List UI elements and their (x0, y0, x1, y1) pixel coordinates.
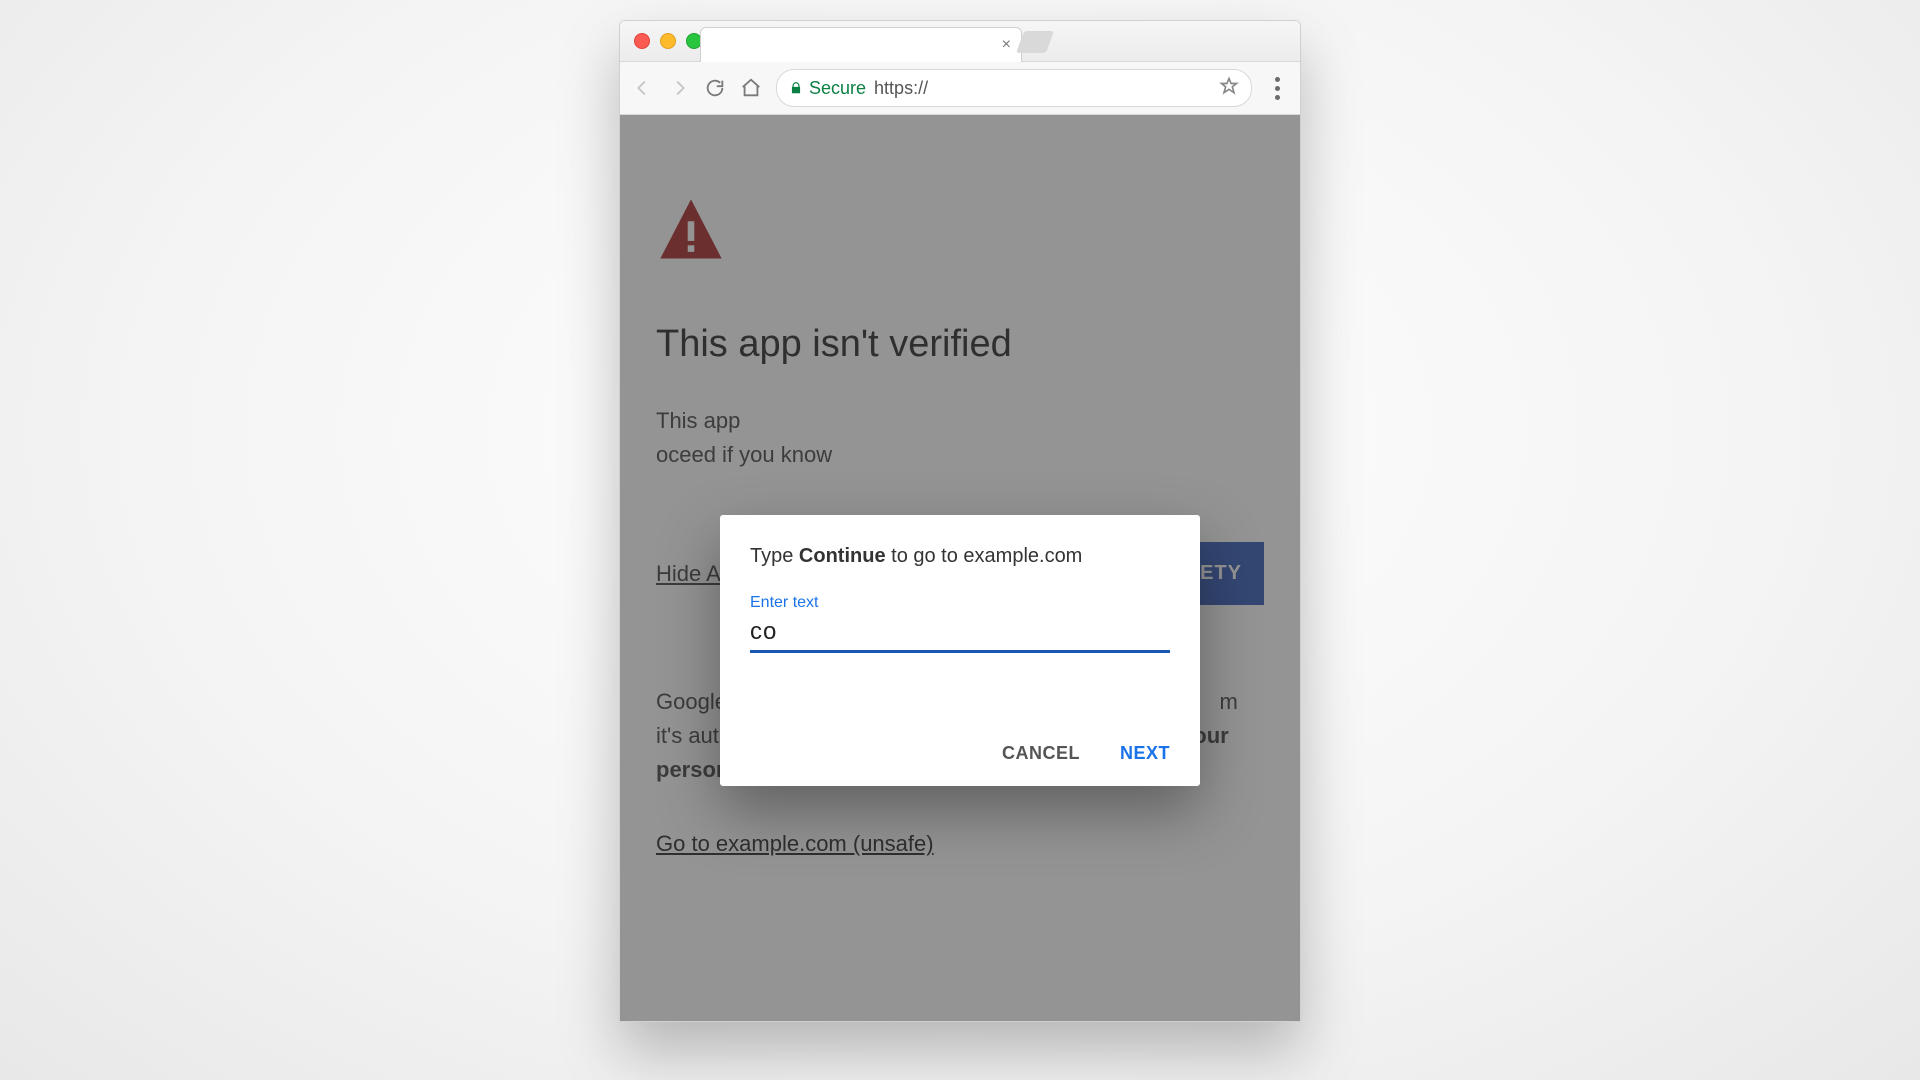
secure-indicator: Secure (789, 78, 866, 99)
window-controls (620, 33, 702, 49)
home-icon (740, 77, 762, 99)
minimize-window-button[interactable] (660, 33, 676, 49)
new-tab-button[interactable] (1016, 31, 1054, 53)
dialog-field-label: Enter text (750, 594, 1170, 612)
kebab-dot-icon (1275, 95, 1280, 100)
close-window-button[interactable] (634, 33, 650, 49)
browser-toolbar: Secure https:// (620, 62, 1300, 115)
address-bar[interactable]: Secure https:// (776, 69, 1252, 107)
browser-window: × Secure https:// (619, 20, 1301, 1022)
kebab-dot-icon (1275, 86, 1280, 91)
cancel-button[interactable]: CANCEL (1002, 743, 1080, 764)
browser-tab[interactable]: × (700, 27, 1022, 62)
dialog-prompt: Type Continue to go to example.com (750, 545, 1170, 568)
reload-icon (704, 77, 726, 99)
url-text: https:// (874, 78, 928, 99)
kebab-dot-icon (1275, 77, 1280, 82)
next-button[interactable]: NEXT (1120, 743, 1170, 764)
home-button[interactable] (740, 77, 762, 99)
tab-close-icon[interactable]: × (1002, 37, 1011, 53)
secure-label: Secure (809, 78, 866, 99)
browser-menu-button[interactable] (1266, 77, 1288, 100)
arrow-right-icon (668, 77, 690, 99)
arrow-left-icon (632, 77, 654, 99)
bookmark-button[interactable] (1219, 76, 1239, 101)
dialog-text-field[interactable] (750, 618, 1170, 653)
nav-forward-button[interactable] (668, 77, 690, 99)
confirm-dialog: Type Continue to go to example.com Enter… (720, 515, 1200, 786)
lock-icon (789, 81, 803, 95)
dialog-text-input[interactable] (750, 618, 1170, 646)
reload-button[interactable] (704, 77, 726, 99)
window-titlebar: × (620, 21, 1300, 62)
nav-back-button[interactable] (632, 77, 654, 99)
star-icon (1219, 76, 1239, 96)
content-area: This app isn't verified This app xxxxxxx… (620, 115, 1300, 1022)
